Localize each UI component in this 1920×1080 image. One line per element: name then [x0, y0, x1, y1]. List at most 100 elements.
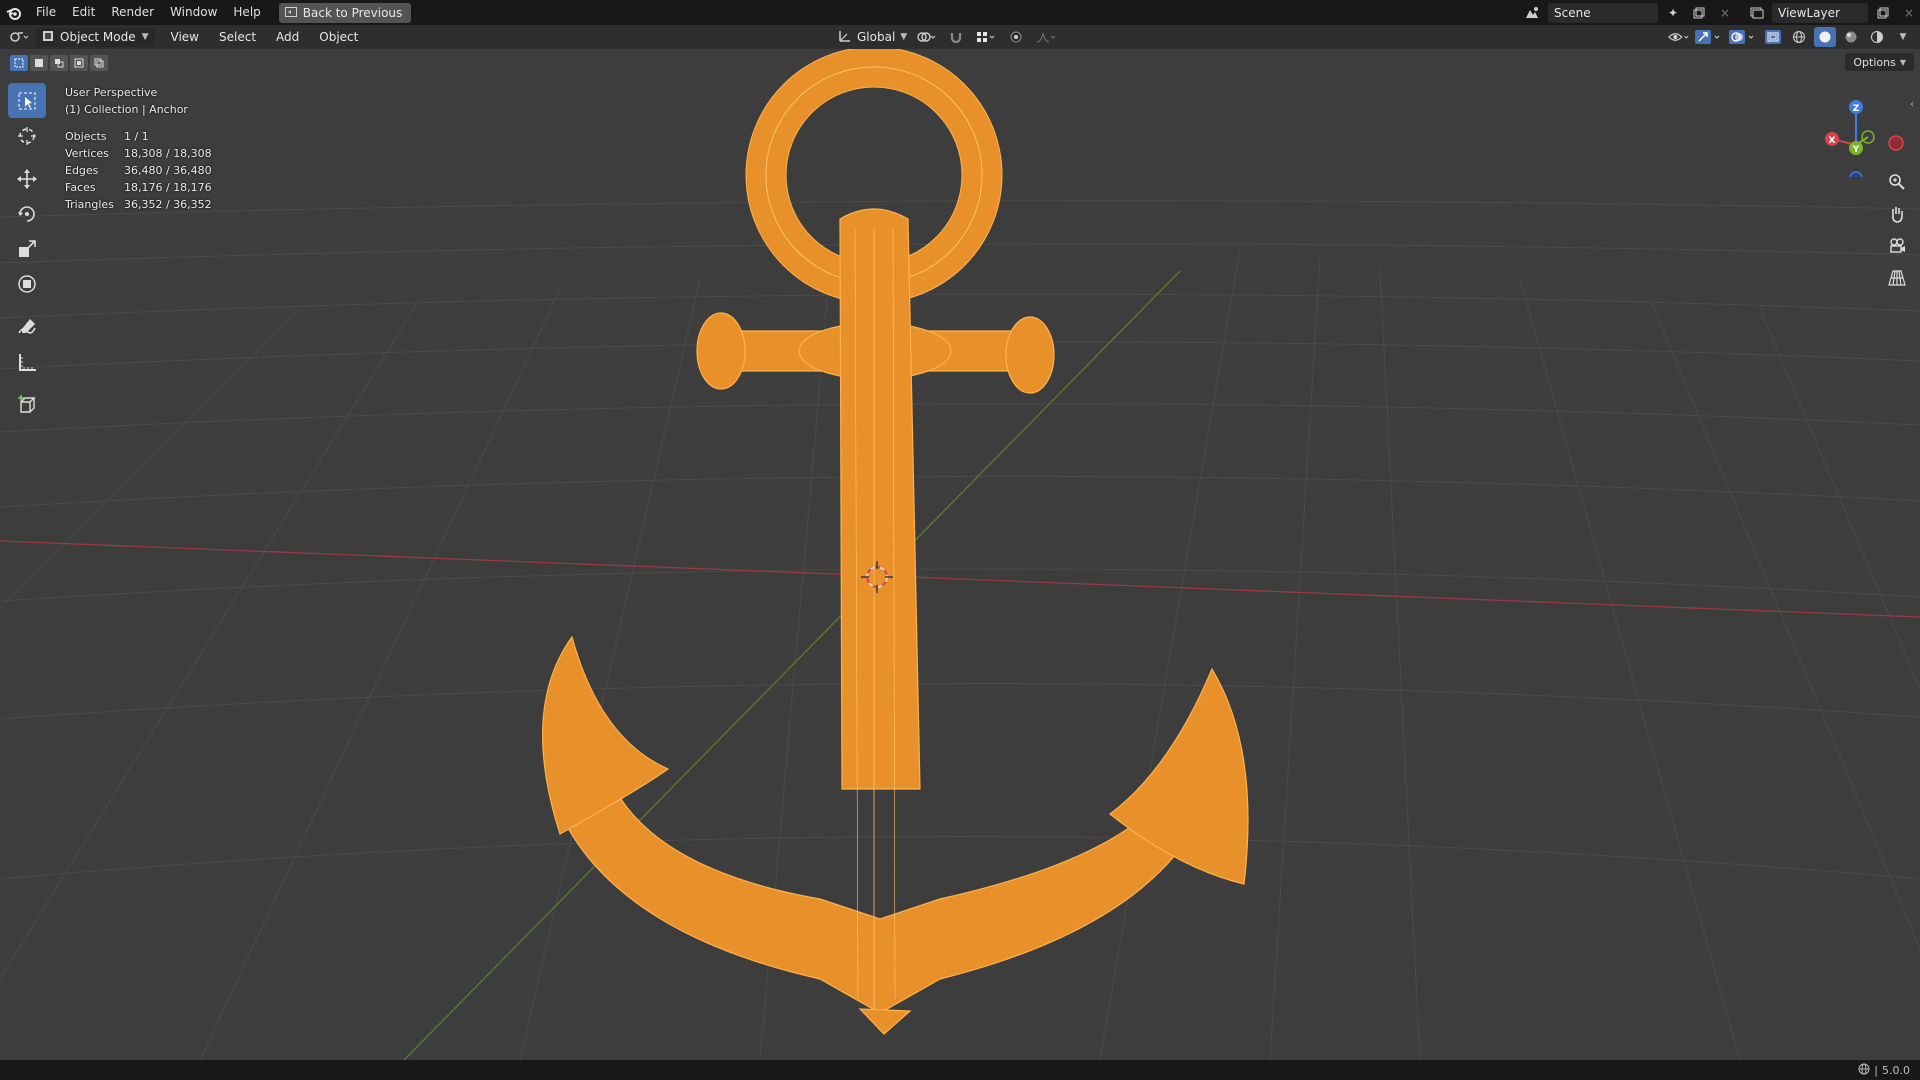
camera-view-icon[interactable] — [1884, 233, 1910, 259]
menu-window[interactable]: Window — [162, 0, 225, 25]
transform-orientation-label: Global — [857, 30, 896, 44]
close-scene-icon[interactable]: × — [1714, 3, 1736, 23]
viewport-navigation-buttons — [1884, 169, 1910, 291]
zoom-icon[interactable] — [1884, 169, 1910, 195]
rendered-shading-icon[interactable] — [1866, 27, 1888, 47]
object-mode-icon — [42, 30, 54, 45]
solid-shading-icon[interactable] — [1814, 27, 1836, 47]
view-layer-field[interactable]: ViewLayer — [1772, 2, 1868, 23]
viewport-header: Object Mode ▼ View Select Add Object Glo… — [0, 25, 1920, 49]
menu-render[interactable]: Render — [103, 0, 162, 25]
new-scene-icon[interactable] — [1688, 3, 1710, 23]
snap-increment-icon[interactable] — [975, 27, 997, 47]
globe-icon — [1858, 1063, 1870, 1078]
move-tool[interactable] — [8, 161, 46, 196]
transform-orientation-dropdown[interactable]: Global ▼ — [838, 29, 907, 46]
snap-magnet-icon[interactable] — [945, 27, 967, 47]
editor-type-icon[interactable] — [8, 27, 30, 47]
cursor-tool[interactable] — [8, 118, 46, 153]
add-cube-tool[interactable] — [8, 387, 46, 422]
options-label: Options — [1853, 55, 1896, 69]
viewport-grid — [0, 49, 1920, 1060]
chevron-down-icon: ▼ — [141, 32, 149, 42]
stat-value: 36,352 / 36,352 — [124, 198, 212, 211]
measure-tool[interactable] — [8, 344, 46, 379]
select-new-icon[interactable] — [10, 55, 28, 71]
gizmo-toggle-icon[interactable] — [1694, 27, 1724, 47]
header-center-tools: Global ▼ — [838, 27, 1057, 47]
material-preview-shading-icon[interactable] — [1840, 27, 1862, 47]
header-menu-object[interactable]: Object — [309, 30, 368, 44]
select-box-tool[interactable] — [8, 83, 46, 118]
gizmo-x-label: X — [1829, 136, 1836, 146]
header-menu-add[interactable]: Add — [266, 30, 309, 44]
3d-viewport[interactable]: User Perspective (1) Collection | Anchor… — [0, 49, 1920, 1060]
object-mode-label: Object Mode — [60, 30, 136, 44]
proportional-editing-icon[interactable] — [1005, 27, 1027, 47]
pan-hand-icon[interactable] — [1884, 201, 1910, 227]
orientation-axis-icon — [838, 29, 852, 46]
topright-controls: Scene ✦ × ViewLayer × — [1522, 0, 1920, 25]
view-layer-selector-icon[interactable] — [1746, 3, 1768, 23]
pin-icon[interactable]: ✦ — [1662, 3, 1684, 23]
left-toolbar — [8, 83, 46, 422]
back-screen-icon — [284, 6, 297, 20]
perspective-grid-icon[interactable] — [1884, 265, 1910, 291]
overlays-toggle-icon[interactable] — [1728, 27, 1758, 47]
scene-name-field[interactable]: Scene — [1548, 2, 1658, 23]
select-subtract-icon[interactable] — [50, 55, 68, 71]
xray-toggle-icon[interactable] — [1762, 27, 1784, 47]
stat-label: Objects — [65, 130, 107, 143]
options-dropdown[interactable]: Options ▼ — [1845, 53, 1914, 71]
pivot-point-icon[interactable] — [915, 27, 937, 47]
select-extend-icon[interactable] — [30, 55, 48, 71]
scene-name: Scene — [1554, 5, 1591, 20]
header-right-tools: ▼ — [1668, 27, 1914, 47]
gizmo-y-label: Y — [1852, 145, 1860, 155]
navigation-gizmo[interactable]: Z X Y — [1814, 87, 1904, 177]
stat-label: Triangles — [65, 198, 114, 211]
scene-statistics: Objects 1 / 1 Vertices 18,308 / 18,308 E… — [65, 128, 212, 213]
scene-selector-icon[interactable] — [1522, 3, 1544, 23]
select-invert-icon[interactable] — [70, 55, 88, 71]
chevron-down-icon: ▼ — [900, 32, 908, 42]
stat-label: Vertices — [65, 147, 109, 160]
scale-tool[interactable] — [8, 231, 46, 266]
annotate-tool[interactable] — [8, 309, 46, 344]
proportional-falloff-icon[interactable] — [1035, 27, 1057, 47]
menu-help[interactable]: Help — [225, 0, 268, 25]
wireframe-shading-icon[interactable] — [1788, 27, 1810, 47]
transform-tool[interactable] — [8, 266, 46, 301]
close-view-layer-icon[interactable]: × — [1898, 3, 1920, 23]
menu-edit[interactable]: Edit — [64, 0, 103, 25]
header-menu-select[interactable]: Select — [209, 30, 266, 44]
stat-value: 36,480 / 36,480 — [124, 164, 212, 177]
chevron-down-icon: ▼ — [1899, 57, 1906, 67]
visibility-eye-icon[interactable] — [1668, 27, 1690, 47]
select-intersect-icon[interactable] — [90, 55, 108, 71]
rotate-tool[interactable] — [8, 196, 46, 231]
x-axis-line — [0, 540, 1920, 618]
status-separator: | — [1874, 1063, 1878, 1077]
header-menu-view[interactable]: View — [161, 30, 209, 44]
gizmo-z-label: Z — [1853, 104, 1860, 114]
selection-mode-toggles — [10, 55, 108, 71]
collection-object-text: (1) Collection | Anchor — [65, 103, 188, 116]
stat-label: Edges — [65, 164, 99, 177]
sidebar-expand-icon[interactable]: ‹ — [1910, 99, 1920, 115]
menu-file[interactable]: File — [28, 0, 64, 25]
shading-options-chevron-icon[interactable]: ▼ — [1892, 27, 1914, 47]
stat-value: 18,176 / 18,176 — [124, 181, 212, 194]
viewport-info-overlay: User Perspective (1) Collection | Anchor… — [65, 84, 212, 213]
status-bar: | 5.0.0 — [0, 1060, 1920, 1080]
new-view-layer-icon[interactable] — [1872, 3, 1894, 23]
view-name-text: User Perspective — [65, 86, 158, 99]
version-text: 5.0.0 — [1882, 1063, 1910, 1077]
stat-value: 18,308 / 18,308 — [124, 147, 212, 160]
top-menu-bar: File Edit Render Window Help Back to Pre… — [0, 0, 1920, 25]
object-mode-dropdown[interactable]: Object Mode ▼ — [36, 27, 155, 47]
blender-logo-icon[interactable] — [0, 0, 28, 25]
back-to-previous-label: Back to Previous — [302, 5, 403, 20]
stat-label: Faces — [65, 181, 96, 194]
back-to-previous-button[interactable]: Back to Previous — [278, 2, 412, 23]
